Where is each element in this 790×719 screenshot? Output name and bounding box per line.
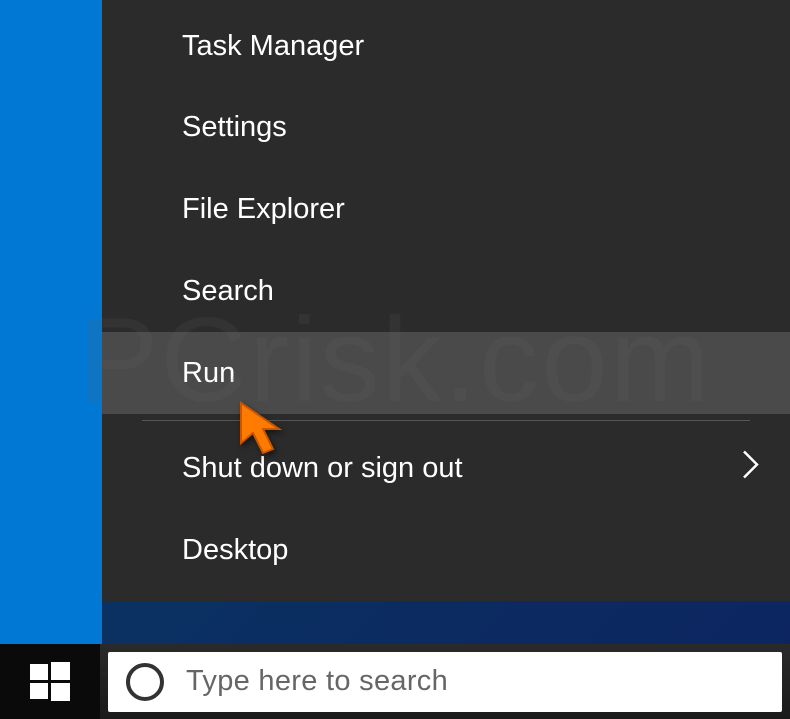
menu-item-settings[interactable]: Settings xyxy=(102,86,790,168)
menu-item-file-explorer[interactable]: File Explorer xyxy=(102,168,790,250)
menu-item-label: Search xyxy=(182,275,274,308)
menu-item-label: Run xyxy=(182,357,235,390)
menu-item-run[interactable]: Run xyxy=(102,332,790,414)
menu-item-search[interactable]: Search xyxy=(102,250,790,332)
menu-divider xyxy=(142,420,750,421)
taskbar: Type here to search xyxy=(0,644,790,719)
menu-item-label: Settings xyxy=(182,111,287,144)
desktop-left-strip xyxy=(0,0,102,719)
menu-item-label: Task Manager xyxy=(182,30,364,63)
windows-logo-icon xyxy=(30,662,70,702)
menu-item-task-manager[interactable]: Task Manager xyxy=(102,0,790,86)
menu-item-label: Desktop xyxy=(182,534,288,567)
winx-context-menu: Task Manager Settings File Explorer Sear… xyxy=(102,0,790,601)
chevron-right-icon xyxy=(742,450,760,487)
search-placeholder: Type here to search xyxy=(186,665,448,698)
menu-item-label: Shut down or sign out xyxy=(182,452,463,485)
menu-item-label: File Explorer xyxy=(182,193,345,226)
search-icon xyxy=(126,663,164,701)
taskbar-search-box[interactable]: Type here to search xyxy=(108,652,782,712)
menu-item-desktop[interactable]: Desktop xyxy=(102,509,790,591)
menu-item-shutdown-signout[interactable]: Shut down or sign out xyxy=(102,427,790,509)
start-button[interactable] xyxy=(0,644,100,719)
